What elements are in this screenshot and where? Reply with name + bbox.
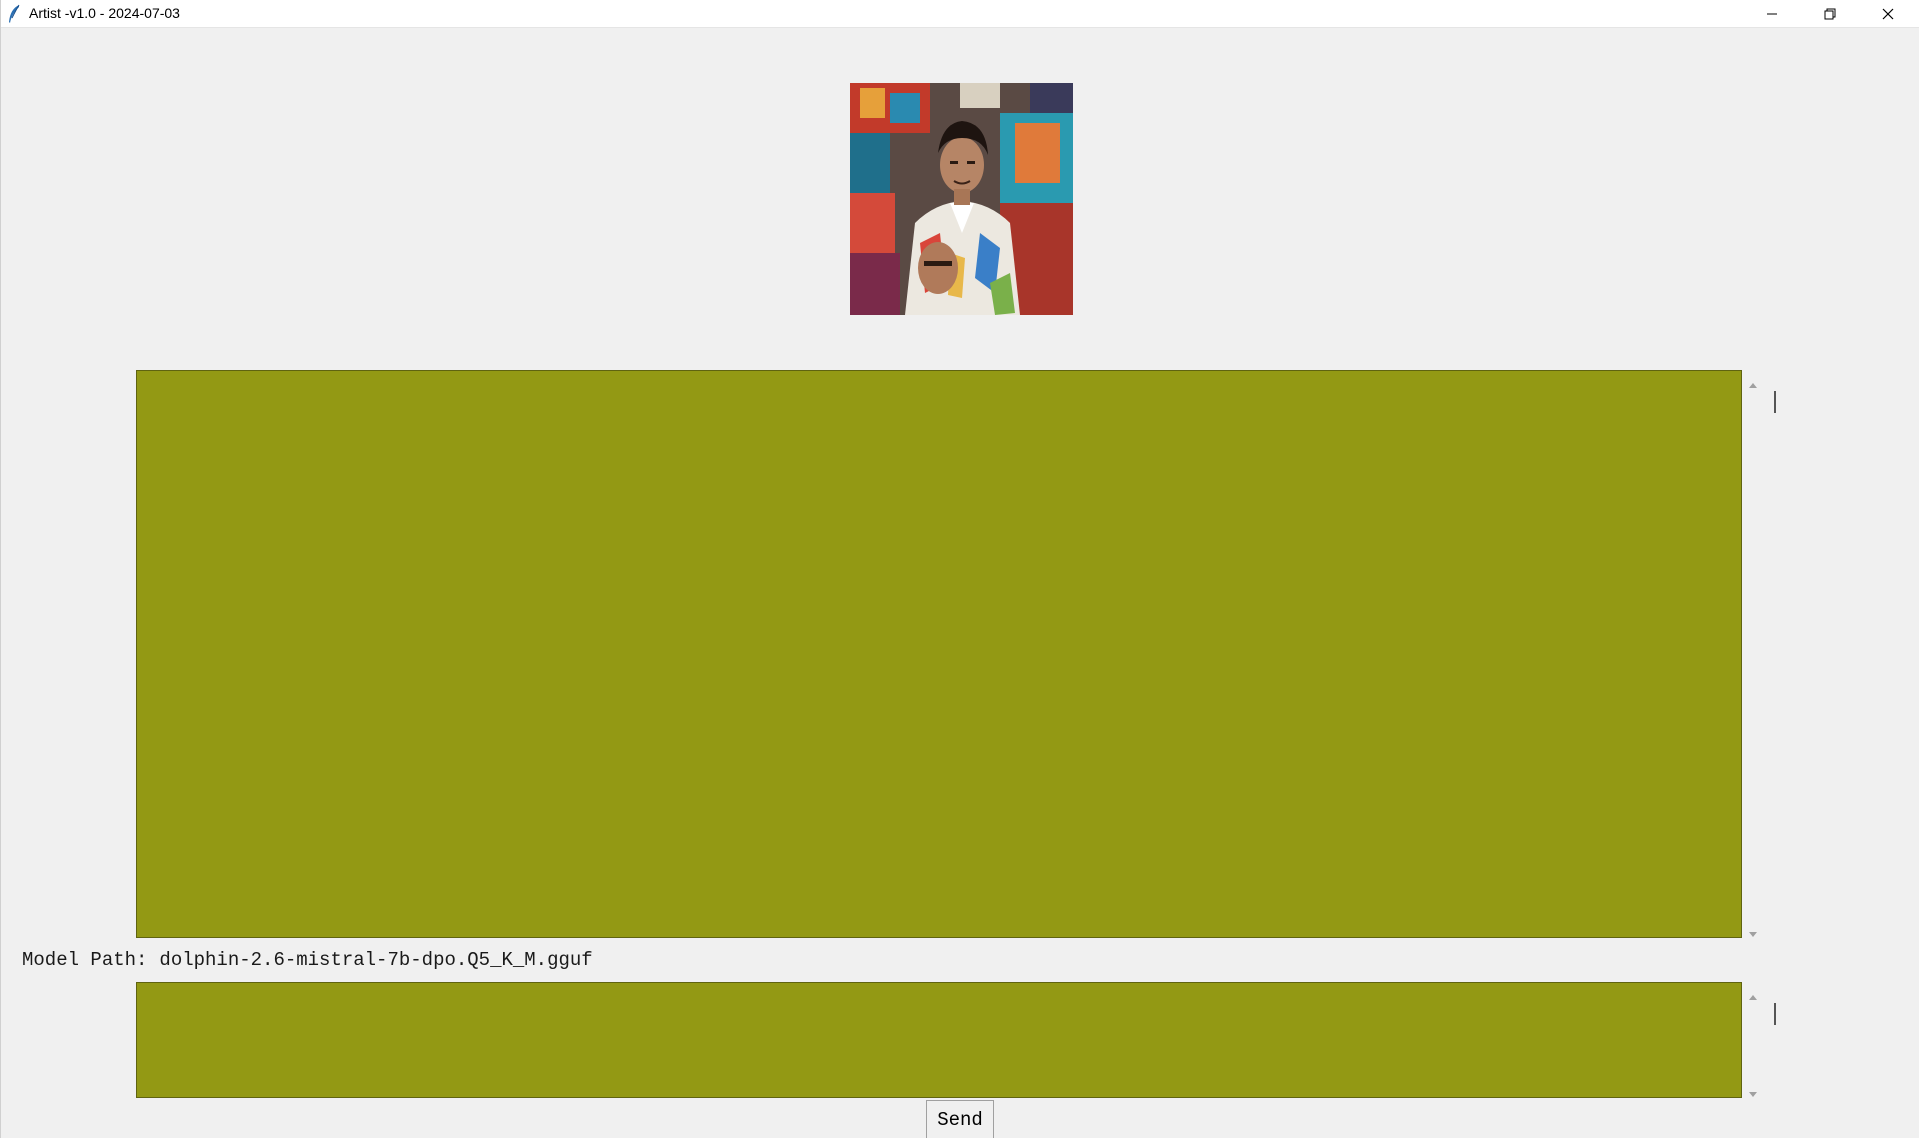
scroll-down-arrow-icon[interactable] xyxy=(1748,1086,1758,1097)
scroll-up-arrow-icon[interactable] xyxy=(1748,376,1758,388)
app-window: Artist -v1.0 - 2024-07-03 Model Path: do… xyxy=(0,0,1919,1138)
input-textarea[interactable] xyxy=(136,982,1742,1098)
minimize-icon xyxy=(1766,8,1778,20)
model-path-label: Model Path: dolphin-2.6-mistral-7b-dpo.Q5… xyxy=(22,949,593,971)
output-textarea[interactable] xyxy=(136,370,1742,938)
scroll-up-arrow-icon[interactable] xyxy=(1748,988,1758,1000)
close-button[interactable] xyxy=(1859,0,1917,28)
restore-button[interactable] xyxy=(1801,0,1859,28)
input-scroll-indicator xyxy=(1774,1003,1776,1025)
model-path-caption: Model Path: xyxy=(22,949,148,971)
send-button[interactable]: Send xyxy=(926,1100,994,1138)
output-scrollbar[interactable] xyxy=(1743,370,1763,938)
output-scroll-indicator xyxy=(1774,391,1776,413)
model-path-value: dolphin-2.6-mistral-7b-dpo.Q5_K_M.gguf xyxy=(159,949,593,971)
input-scrollbar[interactable] xyxy=(1743,982,1763,1098)
window-title: Artist -v1.0 - 2024-07-03 xyxy=(29,5,180,21)
close-icon xyxy=(1882,8,1894,20)
feather-icon xyxy=(7,4,21,24)
title-bar[interactable]: Artist -v1.0 - 2024-07-03 xyxy=(1,0,1919,28)
restore-icon xyxy=(1824,8,1836,20)
scroll-down-arrow-icon[interactable] xyxy=(1748,926,1758,937)
portrait-image xyxy=(850,83,1073,315)
minimize-button[interactable] xyxy=(1743,0,1801,28)
